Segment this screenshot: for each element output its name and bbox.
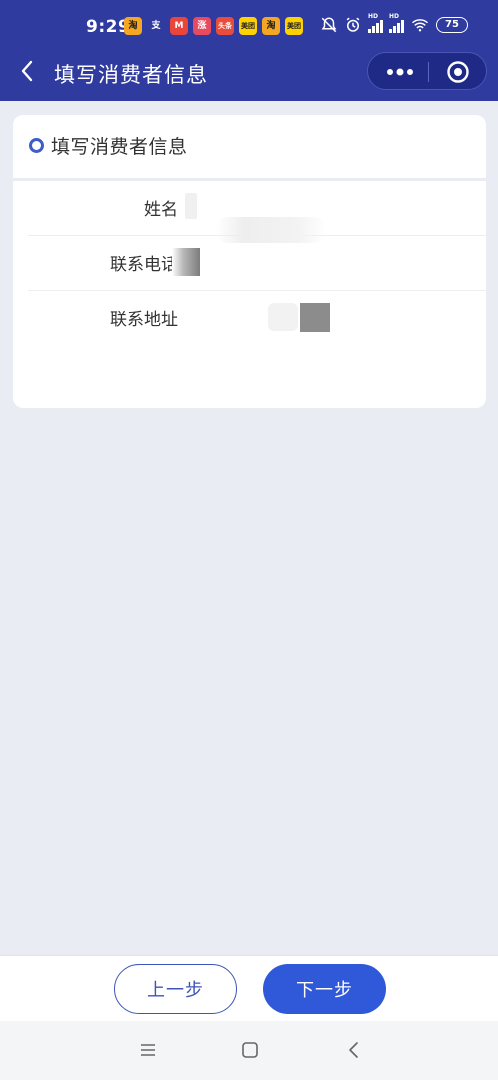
miniprogram-capsule xyxy=(367,52,487,90)
alarm-icon xyxy=(346,17,360,32)
section-title: 填写消费者信息 xyxy=(51,136,188,158)
phone-label: 联系电话 xyxy=(110,255,178,275)
close-miniprogram-icon[interactable] xyxy=(446,60,470,84)
app-icon: 涨 xyxy=(193,17,211,35)
consumer-info-form: 姓名 联系电话 联系地址 xyxy=(13,181,486,408)
navigation-header: 填写消费者信息 xyxy=(0,50,498,101)
signal-icon: HD xyxy=(368,13,383,33)
top-bar: 9:29 淘 支 M 涨 头条 美团 淘 美团 HD HD 75 填写消费者信息 xyxy=(0,0,498,101)
status-icons: HD HD 75 xyxy=(320,13,468,34)
app-icon: 支 xyxy=(147,17,165,35)
previous-step-button[interactable]: 上一步 xyxy=(114,964,237,1014)
signal-icon: HD xyxy=(389,13,404,33)
page-title: 填写消费者信息 xyxy=(54,63,208,87)
section-header-card: 填写消费者信息 xyxy=(13,115,486,178)
app-icon: 美团 xyxy=(285,17,303,35)
back-icon[interactable] xyxy=(343,1039,365,1061)
more-options-icon[interactable] xyxy=(383,63,417,81)
mute-bell-icon xyxy=(321,17,337,33)
form-row-name: 姓名 xyxy=(28,181,486,243)
system-navigation-bar xyxy=(0,1021,498,1080)
app-icon: 头条 xyxy=(216,17,234,35)
next-step-button[interactable]: 下一步 xyxy=(263,964,386,1014)
bottom-action-bar: 上一步 下一步 xyxy=(0,955,498,1021)
home-icon[interactable] xyxy=(239,1039,261,1061)
redacted-blur xyxy=(172,248,200,276)
phone-input[interactable] xyxy=(188,250,468,276)
wifi-icon xyxy=(412,19,428,32)
back-arrow-icon[interactable] xyxy=(16,59,40,83)
app-icon: M xyxy=(170,17,188,35)
app-icon: 淘 xyxy=(262,17,280,35)
section-bullet-icon xyxy=(29,138,44,153)
status-bar: 9:29 淘 支 M 涨 头条 美团 淘 美团 HD HD 75 xyxy=(0,0,498,50)
notification-app-icons: 淘 支 M 涨 头条 美团 淘 美团 xyxy=(124,17,303,35)
app-icon: 美团 xyxy=(239,17,257,35)
redacted-block xyxy=(300,303,330,332)
redacted-blur xyxy=(185,193,197,219)
menu-icon[interactable] xyxy=(137,1039,159,1061)
app-icon: 淘 xyxy=(124,17,142,35)
capsule-divider xyxy=(428,62,429,82)
form-row-phone: 联系电话 xyxy=(28,236,486,291)
form-row-address: 联系地址 xyxy=(28,291,486,408)
address-label: 联系地址 xyxy=(110,310,178,330)
name-label: 姓名 xyxy=(144,200,178,220)
battery-icon: 75 xyxy=(436,17,468,33)
redacted-blur xyxy=(268,303,298,331)
